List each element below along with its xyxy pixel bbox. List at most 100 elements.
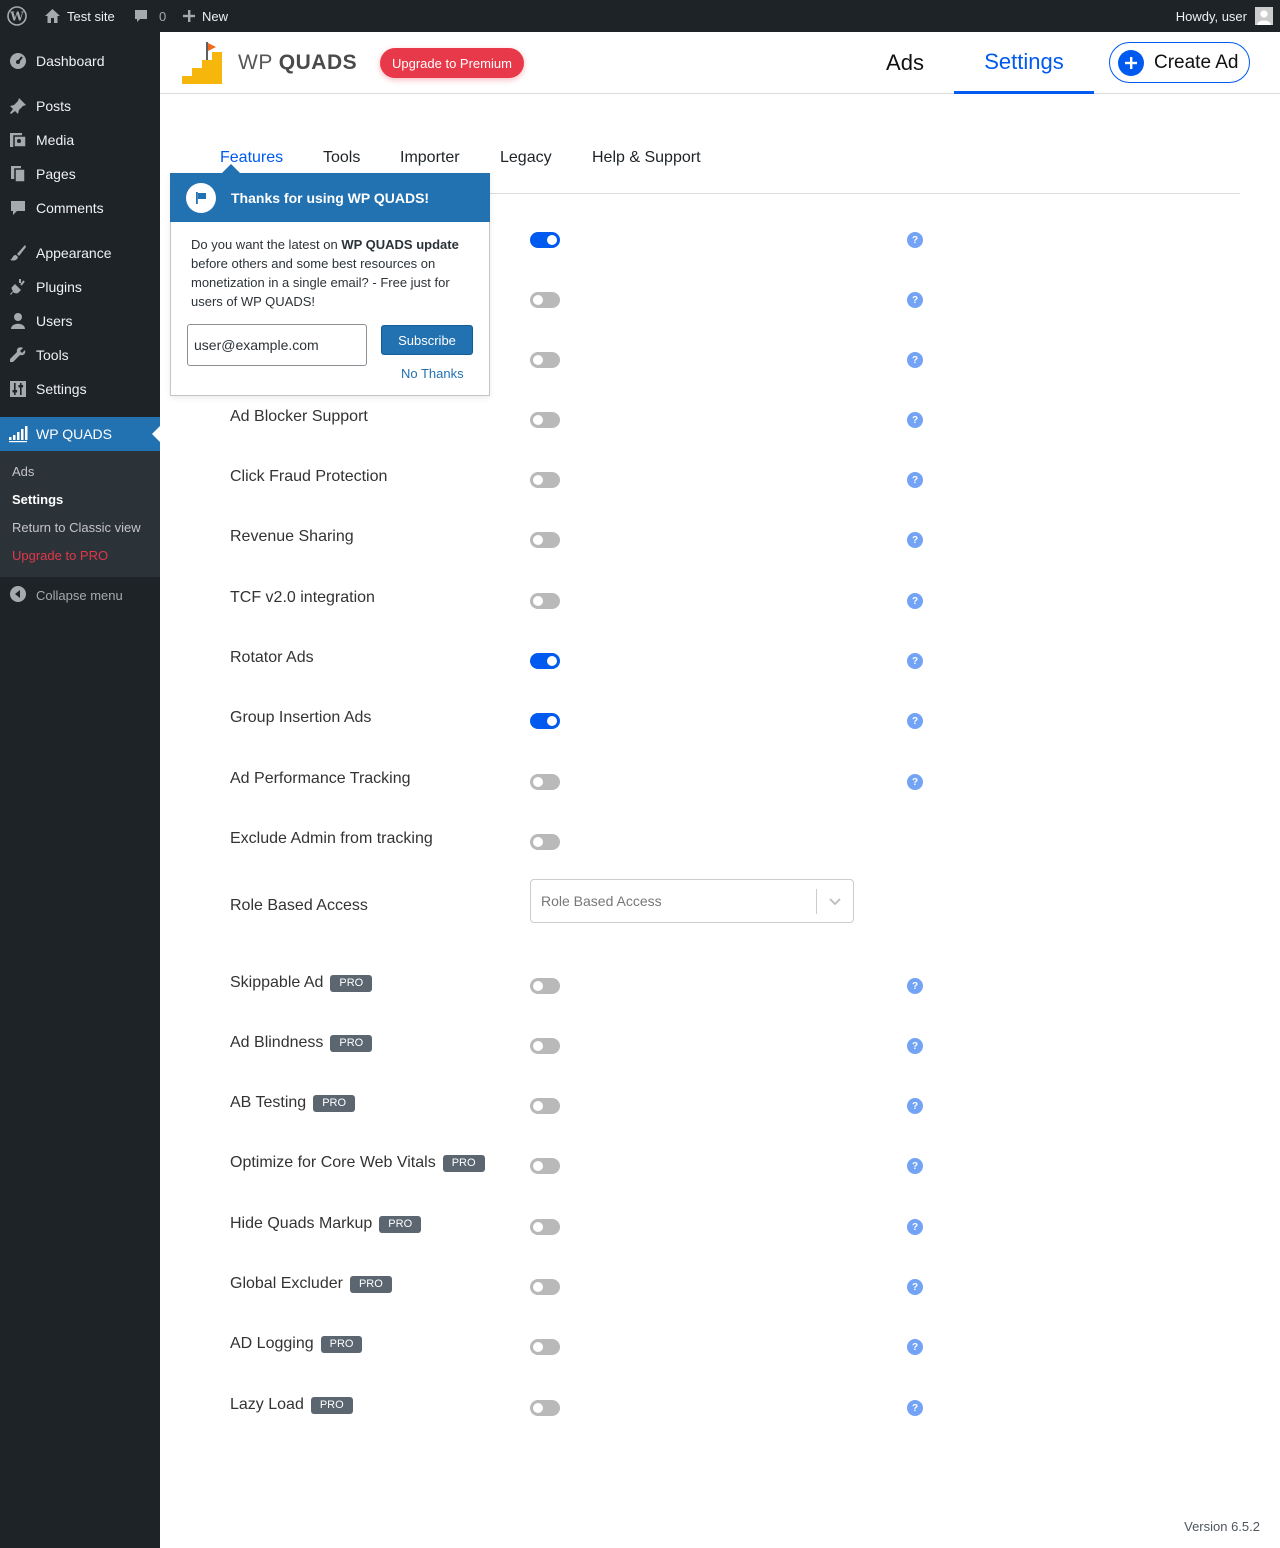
pro-badge: PRO <box>310 1396 353 1414</box>
feature-toggle[interactable] <box>530 352 560 368</box>
feature-toggle[interactable] <box>530 653 560 669</box>
settings-row: Lazy Load PRO? <box>230 1392 930 1422</box>
toggle-knob <box>533 295 543 305</box>
feature-toggle[interactable] <box>530 1400 560 1416</box>
help-icon[interactable]: ? <box>907 593 923 609</box>
feature-toggle[interactable] <box>530 532 560 548</box>
setting-label-text: AD Logging <box>230 1335 314 1352</box>
setting-label-text: Optimize for Core Web Vitals <box>230 1154 436 1171</box>
popup-message-bold: WP QUADS update <box>341 237 459 252</box>
subtab-tools[interactable]: Tools <box>323 149 360 167</box>
help-icon[interactable]: ? <box>907 532 923 548</box>
feature-toggle[interactable] <box>530 978 560 994</box>
feature-toggle[interactable] <box>530 593 560 609</box>
tab-ads[interactable]: Ads <box>866 32 944 94</box>
subtab-importer[interactable]: Importer <box>400 149 460 167</box>
sidebar-item-wp-quads[interactable]: WP QUADS <box>0 417 160 451</box>
sidebar-item-dashboard[interactable]: Dashboard <box>0 44 160 78</box>
newsletter-popup: Thanks for using WP QUADS! Do you want t… <box>170 164 490 396</box>
subscribe-button[interactable]: Subscribe <box>381 325 473 355</box>
sidebar-item-media[interactable]: Media <box>0 123 160 157</box>
new-content-link[interactable]: New <box>182 0 228 32</box>
submenu-item-ads[interactable]: Ads <box>12 464 34 479</box>
sidebar-item-label: Tools <box>36 347 69 363</box>
feature-toggle[interactable] <box>530 713 560 729</box>
help-icon[interactable]: ? <box>907 774 923 790</box>
sidebar-item-tools[interactable]: Tools <box>0 338 160 372</box>
toggle-knob <box>533 1342 543 1352</box>
submenu-item-upgrade[interactable]: Upgrade to PRO <box>12 548 108 563</box>
help-icon[interactable]: ? <box>907 1038 923 1054</box>
toggle-knob <box>533 475 543 485</box>
help-icon[interactable]: ? <box>907 412 923 428</box>
feature-toggle[interactable] <box>530 834 560 850</box>
feature-toggle[interactable] <box>530 1339 560 1355</box>
help-icon[interactable]: ? <box>907 1219 923 1235</box>
toggle-knob <box>533 596 543 606</box>
create-ad-button[interactable]: Create Ad <box>1109 42 1250 83</box>
help-icon[interactable]: ? <box>907 1158 923 1174</box>
toggle-knob <box>547 235 557 245</box>
setting-label-text: Ad Blindness <box>230 1034 324 1051</box>
help-icon[interactable]: ? <box>907 713 923 729</box>
wordpress-logo-icon[interactable]: W <box>7 0 27 32</box>
setting-label: Rotator Ads <box>230 649 314 667</box>
sidebar-item-settings[interactable]: Settings <box>0 372 160 406</box>
brush-icon <box>8 244 28 262</box>
my-account[interactable]: Howdy, user <box>1176 0 1273 32</box>
subtab-legacy[interactable]: Legacy <box>500 149 552 167</box>
feature-toggle[interactable] <box>530 774 560 790</box>
upgrade-premium-button[interactable]: Upgrade to Premium <box>380 48 524 78</box>
setting-label: TCF v2.0 integration <box>230 589 375 607</box>
feature-toggle[interactable] <box>530 292 560 308</box>
help-icon[interactable]: ? <box>907 232 923 248</box>
sidebar-item-label: Users <box>36 313 73 329</box>
comments-link[interactable]: 0 <box>133 0 166 32</box>
collapse-menu-button[interactable]: Collapse menu <box>0 580 160 610</box>
email-field[interactable] <box>187 324 367 366</box>
comment-icon <box>8 199 28 217</box>
help-icon[interactable]: ? <box>907 472 923 488</box>
toggle-knob <box>533 777 543 787</box>
toggle-knob <box>533 1101 543 1111</box>
help-icon[interactable]: ? <box>907 1279 923 1295</box>
no-thanks-link[interactable]: No Thanks <box>401 366 464 381</box>
sidebar-item-users[interactable]: Users <box>0 304 160 338</box>
submenu-item-classic-view[interactable]: Return to Classic view <box>12 520 141 535</box>
feature-toggle[interactable] <box>530 1158 560 1174</box>
feature-toggle[interactable] <box>530 1219 560 1235</box>
feature-toggle[interactable] <box>530 1098 560 1114</box>
sidebar-item-pages[interactable]: Pages <box>0 157 160 191</box>
toggle-knob <box>533 1161 543 1171</box>
pro-badge: PRO <box>313 1094 356 1112</box>
feature-toggle[interactable] <box>530 412 560 428</box>
settings-row: Hide Quads Markup PRO? <box>230 1211 930 1241</box>
help-icon[interactable]: ? <box>907 292 923 308</box>
help-icon[interactable]: ? <box>907 352 923 368</box>
setting-label-text: Ad Blocker Support <box>230 408 368 425</box>
feature-toggle[interactable] <box>530 1279 560 1295</box>
help-icon[interactable]: ? <box>907 1339 923 1355</box>
setting-label-text: Hide Quads Markup <box>230 1215 373 1232</box>
help-icon[interactable]: ? <box>907 1400 923 1416</box>
sidebar-item-comments[interactable]: Comments <box>0 191 160 225</box>
settings-row: Revenue Sharing? <box>230 524 930 554</box>
help-icon[interactable]: ? <box>907 653 923 669</box>
help-icon[interactable]: ? <box>907 1098 923 1114</box>
setting-label-text: Revenue Sharing <box>230 528 354 545</box>
sidebar-item-appearance[interactable]: Appearance <box>0 236 160 270</box>
wp-quads-logo: WP QUADS <box>182 42 357 84</box>
role-access-select[interactable]: Role Based Access <box>530 879 854 923</box>
tab-settings[interactable]: Settings <box>954 32 1094 94</box>
help-icon[interactable]: ? <box>907 978 923 994</box>
setting-label-text: Ad Performance Tracking <box>230 770 411 787</box>
subtab-help-support[interactable]: Help & Support <box>592 149 701 167</box>
sidebar-item-plugins[interactable]: Plugins <box>0 270 160 304</box>
toggle-knob <box>533 981 543 991</box>
sidebar-item-posts[interactable]: Posts <box>0 89 160 123</box>
feature-toggle[interactable] <box>530 1038 560 1054</box>
submenu-item-settings[interactable]: Settings <box>12 492 63 507</box>
feature-toggle[interactable] <box>530 472 560 488</box>
feature-toggle[interactable] <box>530 232 560 248</box>
site-link[interactable]: Test site <box>44 0 115 32</box>
